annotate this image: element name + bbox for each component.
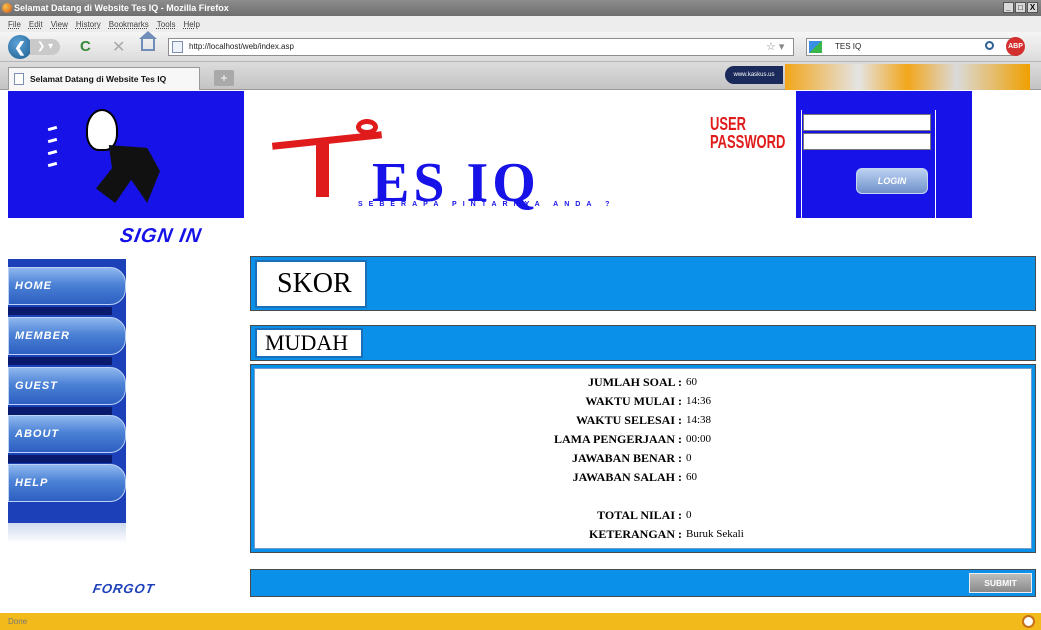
menu-divider [8,357,112,365]
result-label: JUMLAH SOAL : [587,375,682,389]
result-label: WAKTU MULAI : [585,394,682,408]
menu-tools[interactable]: Tools [157,20,176,29]
result-row: LAMA PENGERJAAN : 00:00 [255,430,1033,449]
minimize-button[interactable]: _ [1003,2,1014,13]
score-heading-bar [250,256,1036,311]
menu-history[interactable]: History [76,20,101,29]
tab-title: Selamat Datang di Website Tes IQ [30,74,167,84]
summary-row: KETERANGAN : Buruk Sekali [255,525,1033,544]
result-label: WAKTU SELESAI : [575,413,682,427]
lightbulb-icon [86,109,118,151]
window-title-bar: Selamat Datang di Website Tes IQ - Mozil… [0,0,1041,16]
result-value: 00:00 [686,433,712,445]
menu-file[interactable]: File [8,20,21,29]
password-field[interactable] [803,133,931,150]
user-id-label-1: USER [710,114,747,134]
summary-row: TOTAL NILAI : 0 [255,506,1033,525]
sidebar-menu: HOME MEMBER GUEST ABOUT HELP [8,259,126,543]
status-icon [1022,615,1035,628]
browser-window: Selamat Datang di Website Tes IQ - Mozil… [0,0,1041,630]
tab-bar: Selamat Datang di Website Tes IQ + www.k… [0,62,1041,90]
menu-help[interactable]: Help [183,20,199,29]
result-row: JUMLAH SOAL : 60 [255,373,1033,392]
result-row: WAKTU MULAI : 14:36 [255,392,1033,411]
result-value: 0 [686,452,692,464]
menu-divider [8,407,112,415]
close-button[interactable]: X [1027,2,1038,13]
forward-arrow-icon[interactable]: ❯ ▾ [30,39,60,55]
addon-logo[interactable]: www.kaskus.us [725,66,783,84]
sidebar-item-help[interactable]: HELP [8,464,126,502]
password-label: PASSWORD [710,132,786,152]
new-tab-button[interactable]: + [214,70,234,86]
adblock-icon[interactable]: ABP [1006,37,1025,56]
web-page: ES IQ SEBERAPA PINTARNYA ANDA ? USER ID … [0,91,1041,613]
bookmark-star-icon[interactable]: ☆ ▾ [766,40,784,53]
page-icon [14,73,24,85]
result-row: JAWABAN SALAH : 60 [255,468,1033,487]
window-title: Selamat Datang di Website Tes IQ - Mozil… [14,3,229,13]
page-icon [172,41,183,53]
result-value: 60 [686,376,697,388]
result-label: JAWABAN SALAH : [572,470,682,484]
sidebar-item-guest[interactable]: GUEST [8,367,126,405]
summary-label: KETERANGAN : [588,527,682,541]
menu-divider [8,455,112,463]
maximize-button[interactable]: □ [1015,2,1026,13]
google-icon[interactable] [809,41,822,53]
result-value: 14:38 [686,414,712,426]
back-arrow-icon[interactable]: ❮ [8,35,32,59]
menu-bar: File Edit View History Bookmarks Tools H… [0,16,1041,32]
score-heading: SKOR [255,260,367,308]
sidebar-item-member[interactable]: MEMBER [8,317,126,355]
menu-view[interactable]: View [51,20,68,29]
result-panel: JUMLAH SOAL : 60 WAKTU MULAI : 14:36 WAK… [254,368,1032,549]
level-heading-bar [250,325,1036,361]
summary-value: Buruk Sekali [686,528,744,540]
stop-icon[interactable]: ✕ [112,37,125,57]
menu-edit[interactable]: Edit [29,20,43,29]
forgot-link[interactable]: FORGOT [92,581,156,596]
sidebar-item-home[interactable]: HOME [8,267,126,305]
site-tagline: SEBERAPA PINTARNYA ANDA ? [358,201,616,208]
home-icon[interactable] [139,31,157,51]
url-text: http://localhost/web/index.asp [189,42,294,51]
navigation-toolbar: ❮ ❯ ▾ C ✕ http://localhost/web/index.asp… [0,31,1041,62]
menu-divider [8,307,112,315]
result-row: WAKTU SELESAI : 14:38 [255,411,1033,430]
result-label: JAWABAN BENAR : [571,451,682,465]
persona-banner [785,64,1030,90]
result-label: LAMA PENGERJAAN : [554,432,682,446]
result-value: 60 [686,471,697,483]
login-labels: USER ID PASSWORD [710,115,785,151]
user-id-field[interactable] [803,114,931,131]
window-controls: _ □ X [1003,2,1038,13]
summary-label: TOTAL NILAI : [597,508,682,522]
search-value: TES IQ [835,42,862,51]
submit-bar [250,569,1036,597]
sidebar-item-about[interactable]: ABOUT [8,415,126,453]
address-bar[interactable]: http://localhost/web/index.asp [168,38,794,56]
login-button[interactable]: LOGIN [856,168,928,194]
thinking-man-logo [86,109,172,205]
summary-value: 0 [686,509,692,521]
status-text: Done [8,617,28,626]
result-value: 14:36 [686,395,712,407]
running-man-icon [96,145,160,203]
result-row: JAWABAN BENAR : 0 [255,449,1033,468]
tab-active[interactable]: Selamat Datang di Website Tes IQ [8,67,200,90]
user-id-label-2: ID [749,114,763,134]
idea-rays-icon [47,125,68,187]
status-bar: Done [0,613,1041,630]
firefox-icon [2,3,12,13]
menu-bookmarks[interactable]: Bookmarks [109,20,149,29]
search-icon[interactable] [985,41,994,50]
sign-in-label[interactable]: SIGN IN [118,225,203,248]
submit-button[interactable]: SUBMIT [969,573,1032,593]
reload-icon[interactable]: C [80,38,91,55]
level-heading: MUDAH [255,328,363,358]
